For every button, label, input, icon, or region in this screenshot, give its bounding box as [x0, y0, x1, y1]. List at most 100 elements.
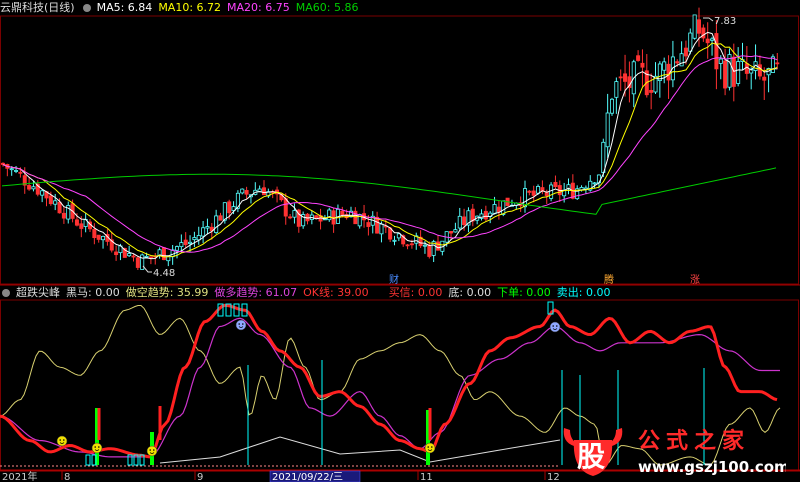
bull-logo-icon: 股: [563, 428, 623, 476]
bottom-trend-line: [159, 436, 561, 464]
candle-body: [174, 246, 179, 251]
face-eye: [98, 446, 100, 448]
candle-body: [161, 247, 166, 261]
candle-body: [605, 112, 610, 148]
candle-body: [292, 210, 297, 218]
face-eye: [238, 323, 240, 325]
candle-body: [701, 27, 706, 39]
candle-body: [79, 223, 84, 229]
candle-body: [283, 198, 288, 217]
candle-body: [135, 257, 140, 268]
price-panel-frame: [0, 15, 799, 285]
candle-body: [240, 188, 245, 194]
ma20-label: MA20: 6.75: [227, 1, 290, 14]
candle-body: [710, 38, 715, 41]
x-label-5: 12: [547, 472, 560, 482]
settings-circle-icon[interactable]: [82, 4, 91, 12]
indicator-header: 超跌尖峰 黑马: 0.00 做空趋势: 35.99 做多趋势: 61.07 OK线: 3…: [0, 285, 617, 301]
candle-body: [492, 204, 497, 215]
event-marker-zhang[interactable]: 涨: [690, 274, 700, 286]
candle-body: [31, 186, 36, 190]
candle-body: [327, 209, 332, 221]
candle-body: [218, 215, 223, 221]
face-eye: [149, 449, 151, 451]
chart-canvas[interactable]: 7.83 4.48 财 腾 涨 2021年 8 9 2021/09/22/三 1…: [0, 0, 800, 482]
candle-body: [757, 64, 762, 77]
candle-body: [736, 61, 741, 84]
candle-body: [192, 237, 197, 241]
candle-body: [718, 58, 723, 64]
face-eye: [153, 449, 155, 451]
candle-body: [649, 89, 654, 93]
candle-body: [544, 192, 549, 197]
candle-body: [61, 212, 66, 219]
low-price-label: 4.48: [153, 268, 175, 279]
candle-body: [379, 223, 384, 235]
candle-body: [666, 63, 671, 81]
low-price-marker: 4.48: [142, 265, 175, 279]
candle-body: [375, 216, 380, 234]
candle-body: [592, 182, 597, 185]
candle-body: [697, 19, 702, 34]
candle-body: [114, 251, 119, 256]
candle-body: [92, 228, 97, 239]
candle-body: [636, 55, 641, 61]
face-eye: [63, 439, 65, 441]
candle-body: [675, 61, 680, 64]
x-label-2: 9: [197, 472, 203, 482]
face-circle: [56, 435, 68, 447]
smiley-icon: [146, 445, 158, 457]
candle-body: [74, 219, 79, 226]
candle-body: [744, 63, 749, 74]
candle-body: [392, 239, 397, 242]
duo-trend-label: 做多趋势: 61.07: [214, 286, 298, 299]
candle-body: [705, 38, 710, 44]
candle-body: [662, 61, 667, 71]
candle-body: [496, 206, 501, 213]
face-eye: [59, 439, 61, 441]
candle-body: [657, 63, 662, 81]
sad-face-icon: [235, 319, 247, 331]
x-label-4: 11: [420, 472, 433, 482]
sad-face-icon: [549, 321, 561, 333]
candle-body: [422, 244, 427, 247]
candle-body: [127, 253, 132, 257]
candle-body: [527, 190, 532, 193]
face-circle: [424, 442, 436, 454]
ma20-line: [2, 55, 778, 253]
indicator-circle-icon[interactable]: [2, 289, 10, 297]
cyan-bottom-box: [85, 454, 91, 466]
candle-body: [483, 210, 488, 220]
candle-body: [144, 255, 149, 258]
candle-body: [462, 216, 467, 225]
candle-body: [770, 56, 775, 73]
candle-body: [405, 244, 410, 247]
candle-body: [40, 190, 45, 196]
cursor-date-label: 2021/09/22/三: [272, 472, 343, 482]
face-circle: [146, 445, 158, 457]
face-eye: [94, 446, 96, 448]
stock-title[interactable]: 云鼎科技(日线): [0, 1, 75, 14]
kong-trend-label: 做空趋势: 35.99: [125, 286, 209, 299]
x-label-1: 8: [64, 472, 70, 482]
candle-body: [214, 215, 219, 234]
xiadan-label: 下单: 0.00: [497, 286, 551, 299]
candle-body: [27, 185, 32, 190]
candle-body: [727, 54, 732, 88]
di-label: 底: 0.00: [448, 286, 492, 299]
face-eye: [556, 325, 558, 327]
candle-body: [457, 215, 462, 229]
candle-body: [179, 242, 184, 248]
heima-label: 黑马: 0.00: [66, 286, 120, 299]
indicator-name[interactable]: 超跌尖峰: [16, 286, 60, 299]
face-circle: [549, 321, 561, 333]
ma60-label: MA60: 5.86: [295, 1, 359, 14]
ok-line-label: OK线: 39.00: [303, 286, 369, 299]
candle-body: [692, 14, 697, 39]
candle-body: [261, 187, 266, 196]
ma60-line: [1, 167, 777, 215]
candle-body: [449, 230, 454, 234]
candle-body: [0, 162, 6, 165]
candle-body: [531, 190, 536, 196]
candle-body: [623, 73, 628, 82]
